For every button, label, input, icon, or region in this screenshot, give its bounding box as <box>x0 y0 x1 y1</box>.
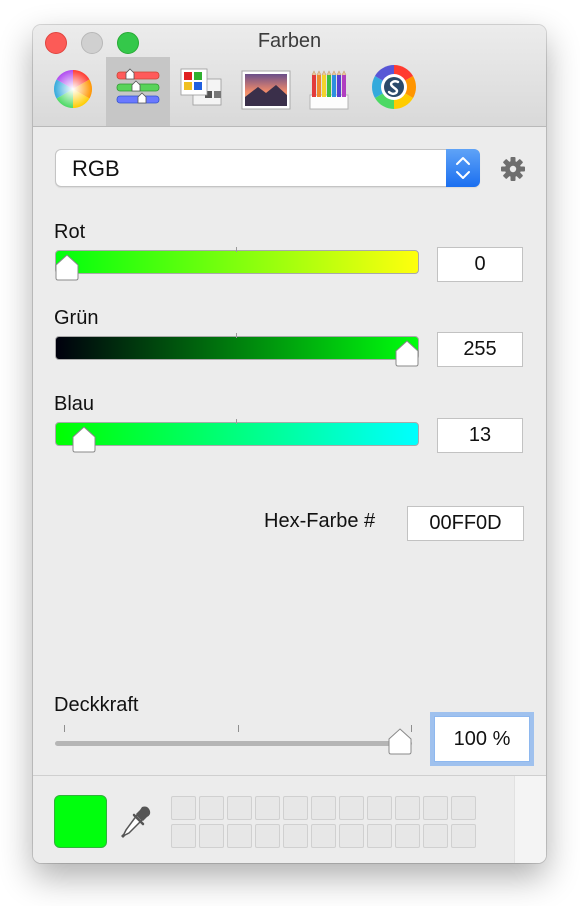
color-swatch-grid <box>171 796 477 849</box>
swatch-scroll-area <box>514 776 546 863</box>
spectrum-app-icon <box>372 65 416 109</box>
hex-input[interactable]: 00FF0D <box>407 506 524 541</box>
swatch-cell[interactable] <box>171 824 196 848</box>
swatch-cell[interactable] <box>451 796 476 820</box>
swatch-cell[interactable] <box>423 796 448 820</box>
blue-slider-thumb[interactable] <box>72 426 96 453</box>
select-stepper-button[interactable] <box>446 149 480 187</box>
opacity-input[interactable]: 100 % <box>434 716 530 762</box>
colors-window: Farben RGB Rot 0 Grün 255 Blau 13 Hex-Fa… <box>33 25 546 863</box>
swatch-cell[interactable] <box>395 796 420 820</box>
window-title: Farben <box>257 30 322 52</box>
swatch-cell[interactable] <box>255 796 280 820</box>
opacity-slider-thumb[interactable] <box>388 728 412 755</box>
opacity-tick <box>64 725 65 732</box>
swatch-cell[interactable] <box>339 796 364 820</box>
opacity-label: Deckkraft <box>54 694 139 716</box>
red-value-input[interactable]: 0 <box>437 247 523 282</box>
color-palettes-icon <box>180 68 222 106</box>
swatch-cell[interactable] <box>311 796 336 820</box>
green-slider-thumb[interactable] <box>395 340 419 367</box>
swatch-cell[interactable] <box>227 824 252 848</box>
settings-gear-icon[interactable] <box>501 157 525 181</box>
tab-color-sliders[interactable] <box>106 57 170 126</box>
bottom-bar <box>33 775 546 863</box>
blue-value-input[interactable]: 13 <box>437 418 523 453</box>
green-value-input[interactable]: 255 <box>437 332 523 367</box>
red-slider-track[interactable] <box>55 247 419 274</box>
color-sliders-icon <box>116 68 160 104</box>
swatch-cell[interactable] <box>199 824 224 848</box>
eyedropper-icon[interactable] <box>119 803 153 841</box>
hex-label: Hex-Farbe # <box>264 510 376 532</box>
slider-midpoint-tick <box>236 247 237 252</box>
opacity-slider-track[interactable] <box>55 741 412 746</box>
swatch-cell[interactable] <box>199 796 224 820</box>
image-palettes-icon <box>241 70 291 110</box>
chevron-up-down-icon <box>456 157 470 179</box>
swatch-cell[interactable] <box>367 824 392 848</box>
swatch-cell[interactable] <box>367 796 392 820</box>
tab-color-palettes[interactable] <box>171 57 235 126</box>
slider-midpoint-tick <box>236 333 237 338</box>
blue-label: Blau <box>54 393 95 415</box>
color-wheel-icon <box>54 70 92 108</box>
swatch-cell[interactable] <box>423 824 448 848</box>
blue-slider-track[interactable] <box>55 419 419 446</box>
tab-image-palettes[interactable] <box>236 57 300 126</box>
green-slider-track[interactable] <box>55 333 419 360</box>
red-slider-thumb[interactable] <box>55 254 79 281</box>
swatch-cell[interactable] <box>311 824 336 848</box>
title-bar: Farben <box>33 25 546 127</box>
tab-color-wheel[interactable] <box>41 57 105 126</box>
swatch-cell[interactable] <box>255 824 280 848</box>
tab-pencils[interactable] <box>301 57 365 126</box>
pencils-icon <box>309 70 349 110</box>
swatch-cell[interactable] <box>395 824 420 848</box>
opacity-tick <box>238 725 239 732</box>
current-color-swatch[interactable] <box>54 795 107 848</box>
green-label: Grün <box>54 307 99 329</box>
swatch-cell[interactable] <box>339 824 364 848</box>
swatch-cell[interactable] <box>283 824 308 848</box>
tab-spectrum-app[interactable] <box>366 57 430 126</box>
swatch-cell[interactable] <box>171 796 196 820</box>
color-model-value: RGB <box>72 156 120 181</box>
swatch-cell[interactable] <box>227 796 252 820</box>
swatch-cell[interactable] <box>451 824 476 848</box>
red-label: Rot <box>54 221 86 243</box>
color-model-select[interactable]: RGB <box>55 149 480 187</box>
slider-midpoint-tick <box>236 419 237 424</box>
swatch-cell[interactable] <box>283 796 308 820</box>
